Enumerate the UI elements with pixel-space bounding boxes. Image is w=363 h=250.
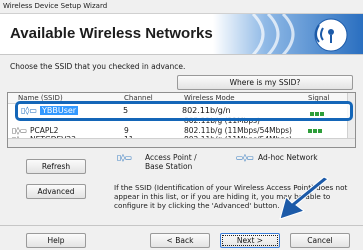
access-point-icon: ▯◊▭ — [117, 153, 132, 162]
signal-strength-icon — [308, 126, 323, 135]
signal-strength-icon — [310, 109, 325, 118]
list-item-mode: 802.11b/g (11Mbps/54Mbps) — [184, 126, 292, 135]
instruction-text: Choose the SSID that you checked in adva… — [10, 62, 186, 71]
arrow-icon — [279, 176, 329, 220]
header-banner: Available Wireless Networks — [0, 14, 363, 55]
network-adapter-icon: ▯◊▭ — [12, 126, 27, 135]
back-button[interactable]: < Back — [150, 233, 210, 248]
cancel-button[interactable]: Cancel — [290, 233, 350, 248]
footer-divider — [0, 225, 363, 226]
help-button[interactable]: Help — [26, 233, 86, 248]
list-item-channel: 9 — [124, 126, 129, 135]
wifi-logo-icon — [213, 14, 363, 54]
next-button[interactable]: Next > — [220, 233, 280, 248]
access-point-label: Access Point / Base Station — [145, 153, 197, 171]
where-ssid-button[interactable]: Where is my SSID? — [177, 75, 353, 90]
page-title: Available Wireless Networks — [10, 25, 213, 42]
list-item-ssid: PCAPL2 — [30, 126, 59, 135]
window-title: Wireless Device Setup Wizard — [0, 0, 363, 14]
adhoc-icon: ▭◊▭ — [236, 153, 254, 162]
selected-ssid: YBBUser — [40, 106, 79, 115]
network-adapter-icon: ▯◊▭ — [21, 106, 37, 115]
selected-mode: 802.11b/g/n — [182, 106, 231, 115]
adhoc-label: Ad-hoc Network — [258, 153, 318, 162]
selected-network-callout[interactable]: ▯◊▭ YBBUser 5 802.11b/g/n — [15, 101, 353, 121]
refresh-button[interactable]: Refresh — [26, 159, 86, 174]
horizontal-scrollbar[interactable] — [8, 138, 355, 147]
selected-channel: 5 — [123, 106, 129, 115]
advanced-button[interactable]: Advanced — [26, 184, 86, 199]
